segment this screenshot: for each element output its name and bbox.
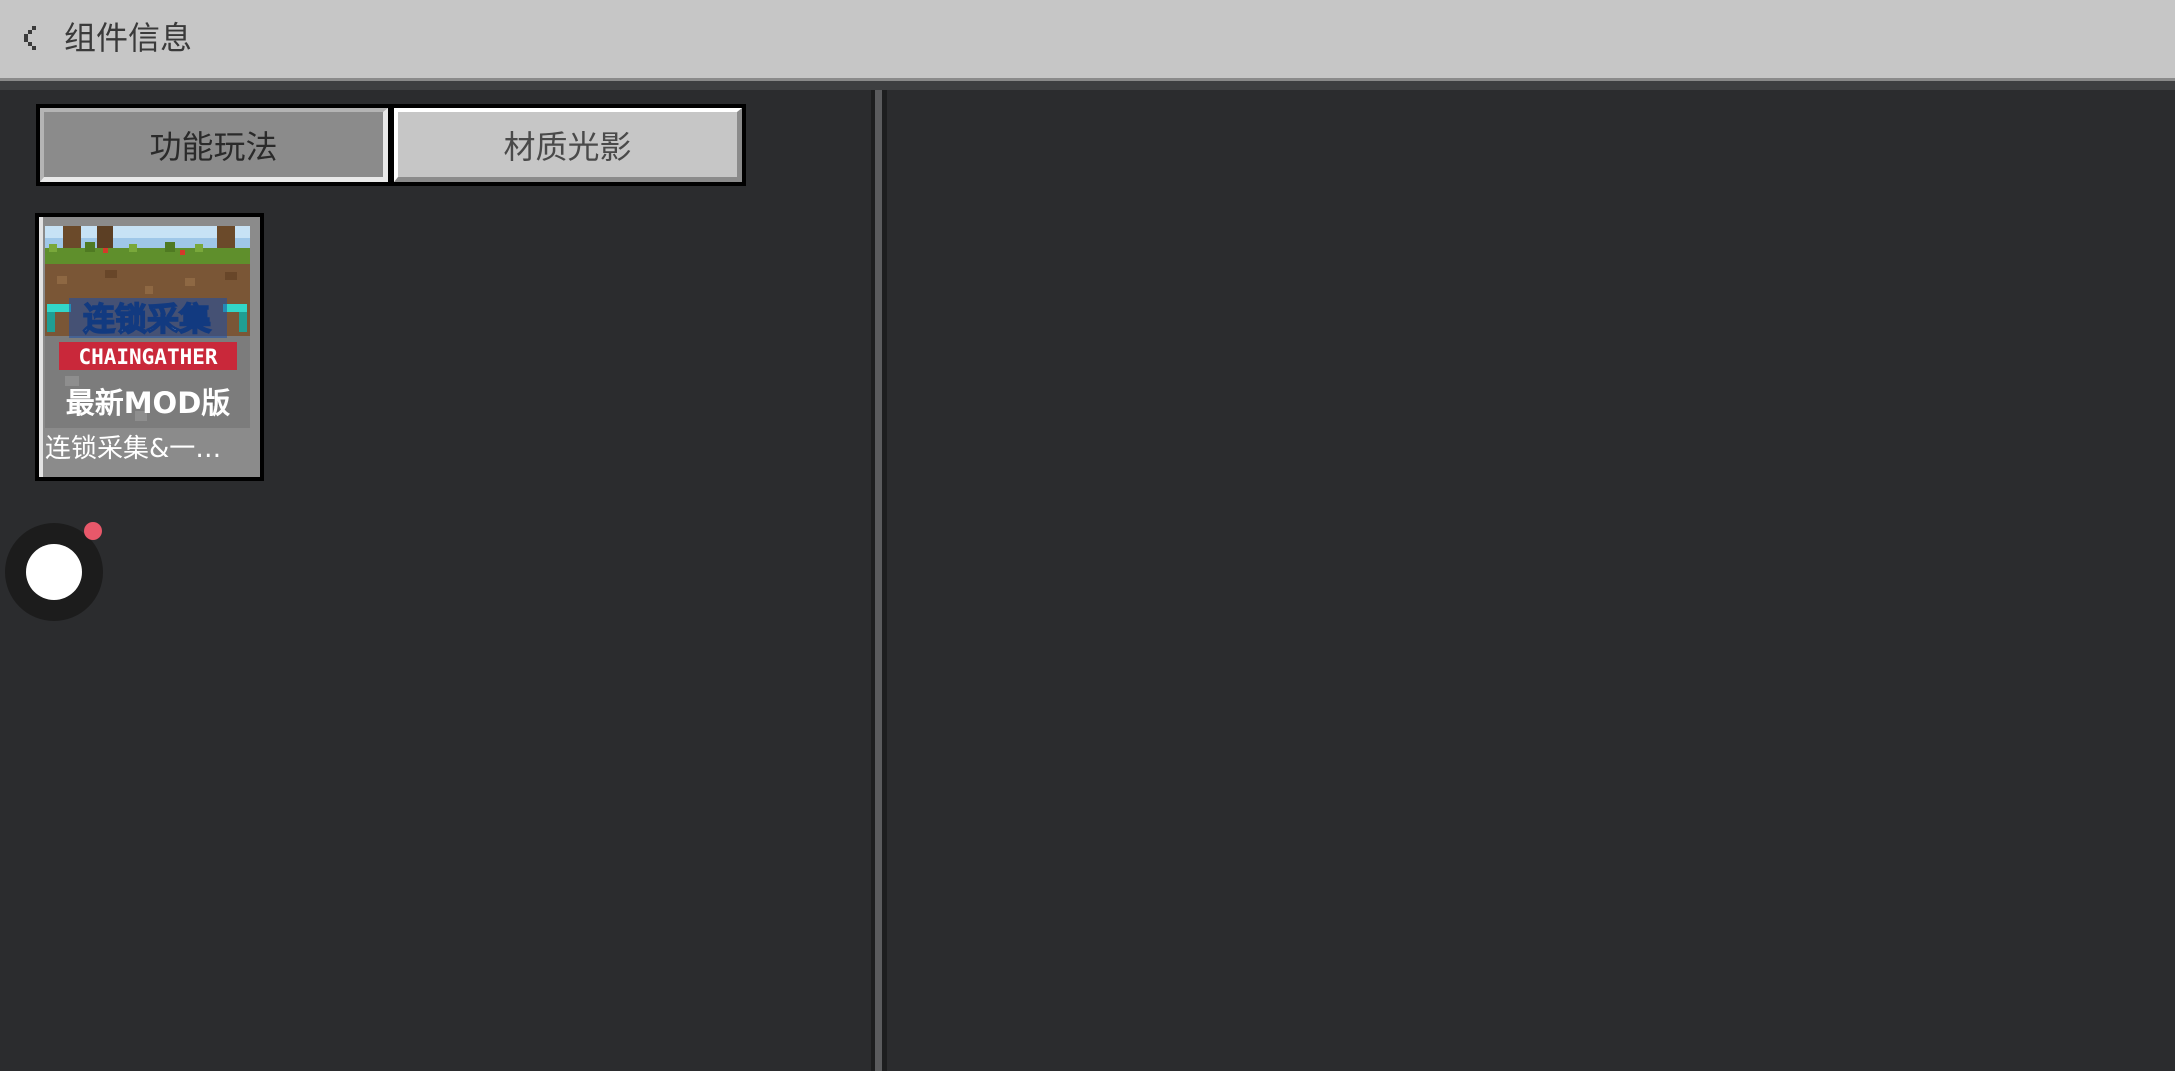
category-tabs: 功能玩法 材质光影 (36, 104, 746, 186)
addon-card[interactable]: 连锁采集 CHAINGATHER 最新MOD版 连锁采集&一… (35, 213, 264, 481)
addon-name: 连锁采集&一… (45, 434, 222, 464)
tab-texture-shader[interactable]: 材质光影 (394, 108, 742, 182)
panel-divider-handle (875, 90, 882, 1071)
back-button[interactable] (14, 18, 50, 58)
assistive-touch-icon (26, 544, 82, 600)
thumbnail-title-en: CHAINGATHER (78, 345, 217, 369)
notification-dot (84, 522, 102, 540)
tab-gameplay[interactable]: 功能玩法 (40, 108, 388, 182)
addon-thumbnail: 连锁采集 CHAINGATHER 最新MOD版 (45, 226, 250, 428)
thumbnail-subtitle: 最新MOD版 (66, 386, 231, 420)
page-title: 组件信息 (64, 19, 193, 57)
header-bar: 组件信息 (0, 0, 2175, 81)
thumbnail-title-cn: 连锁采集 (83, 300, 211, 338)
chevron-left-icon (24, 26, 36, 50)
header-divider (0, 81, 2175, 90)
